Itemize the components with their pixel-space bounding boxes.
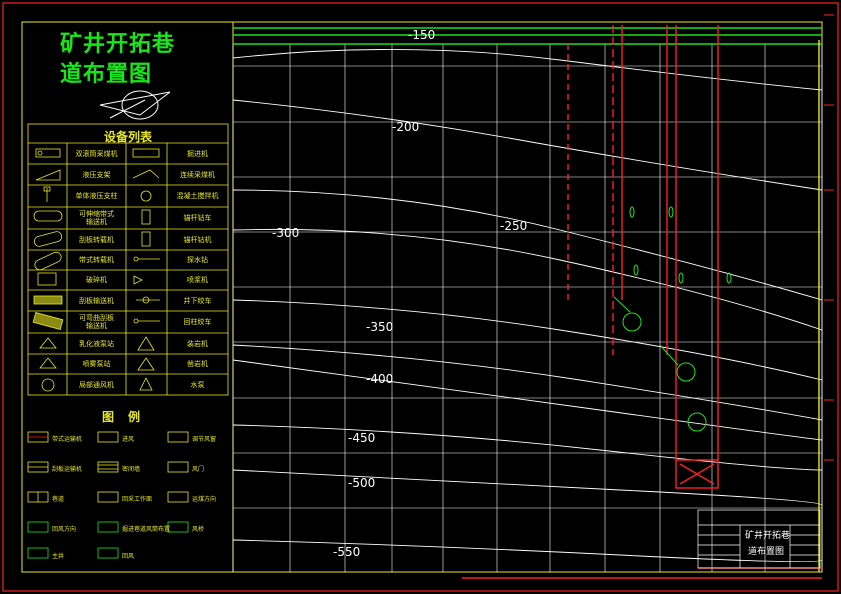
legend-label: 回风方向 (52, 526, 77, 533)
contour-label: -200 (392, 120, 420, 134)
contour-label: -300 (272, 226, 300, 240)
contour-label: -150 (408, 28, 436, 42)
top-green-lines (233, 27, 822, 45)
equipment-name-left: 带式转载机 (79, 256, 114, 264)
equipment-name-left: 破碎机 (86, 276, 107, 284)
shaft-markers (613, 206, 732, 432)
legend-label: 主井 (52, 553, 65, 560)
legend-label: 掘进巷道风筒布置 (122, 526, 171, 533)
equipment-name-left: 单体液压支柱 (75, 192, 118, 200)
equipment-name-left: 刮板转载机 (79, 235, 114, 244)
contour-label: -250 (500, 219, 528, 233)
legend-label: 风门 (192, 466, 205, 473)
equipment-name-right: 凿岩机 (187, 360, 208, 368)
equipment-name-right: 探水钻 (187, 256, 208, 264)
legend-label: 刮板运输机 (52, 466, 83, 473)
drawing-title: 矿井开拓巷 道布置图 (60, 30, 210, 90)
equipment-name-right: 锚杆钻车 (183, 214, 212, 222)
title-block-name-1: 矿井开拓巷 (745, 531, 791, 541)
title-line-2: 道布置图 (60, 62, 153, 87)
frame-ticks (824, 14, 834, 461)
equipment-name-right: 连续采煤机 (180, 170, 215, 179)
contour-label: -450 (348, 431, 376, 445)
legend-label: 风桥 (192, 526, 205, 533)
equipment-table-heading: 设备列表 (103, 130, 152, 144)
equipment-name-left: 刮板输送机 (79, 296, 114, 305)
title-line-1: 矿井开拓巷 (60, 32, 176, 57)
equipment-name-right: 掘进机 (187, 149, 208, 158)
equipment-name-right: 锚杆钻机 (183, 235, 212, 244)
contour-label: -350 (366, 320, 394, 334)
contour-label: -400 (366, 372, 394, 386)
contour-label: -500 (348, 476, 376, 490)
equipment-name-left: 液压支架 (82, 170, 111, 179)
equipment-name-right: 水泵 (190, 380, 205, 389)
legend-label: 回风 (122, 553, 135, 560)
elevation-contours (232, 49, 823, 563)
legend-heading: 图例 (101, 410, 154, 424)
legend-label: 巷道 (52, 496, 65, 503)
equipment-name-left: 局部通风机 (79, 380, 114, 389)
equipment-name-right: 喷浆机 (187, 276, 208, 284)
equipment-name-right: 混凝土搅拌机 (176, 192, 219, 200)
equipment-name-right: 回柱绞车 (183, 318, 212, 326)
legend-label: 密闭墙 (122, 466, 141, 473)
equipment-name-left: 双滚筒采煤机 (75, 149, 118, 158)
legend-label: 进风 (122, 436, 135, 443)
legend-label: 带式运输机 (52, 436, 83, 443)
red-shaft-lines (462, 25, 822, 579)
legend-label: 调节风窗 (192, 436, 217, 443)
legend-label: 回采工作面 (122, 496, 153, 503)
equipment-name-left: 可弯曲刮板 输送机 (79, 314, 114, 330)
title-block-name-2: 道布置图 (748, 547, 785, 557)
equipment-name-right: 装岩机 (187, 339, 208, 348)
equipment-name-right: 井下绞车 (183, 296, 212, 305)
coordinate-grid (232, 44, 823, 572)
main-frame (232, 21, 823, 573)
legend-label: 运煤方向 (192, 496, 217, 503)
equipment-name-left: 喷雾泵站 (82, 360, 111, 368)
equipment-name-left: 可伸缩带式 输送机 (79, 210, 114, 226)
north-arrow-icon (99, 90, 171, 120)
equipment-name-left: 乳化液泵站 (79, 339, 114, 348)
contour-label: -550 (333, 545, 361, 559)
